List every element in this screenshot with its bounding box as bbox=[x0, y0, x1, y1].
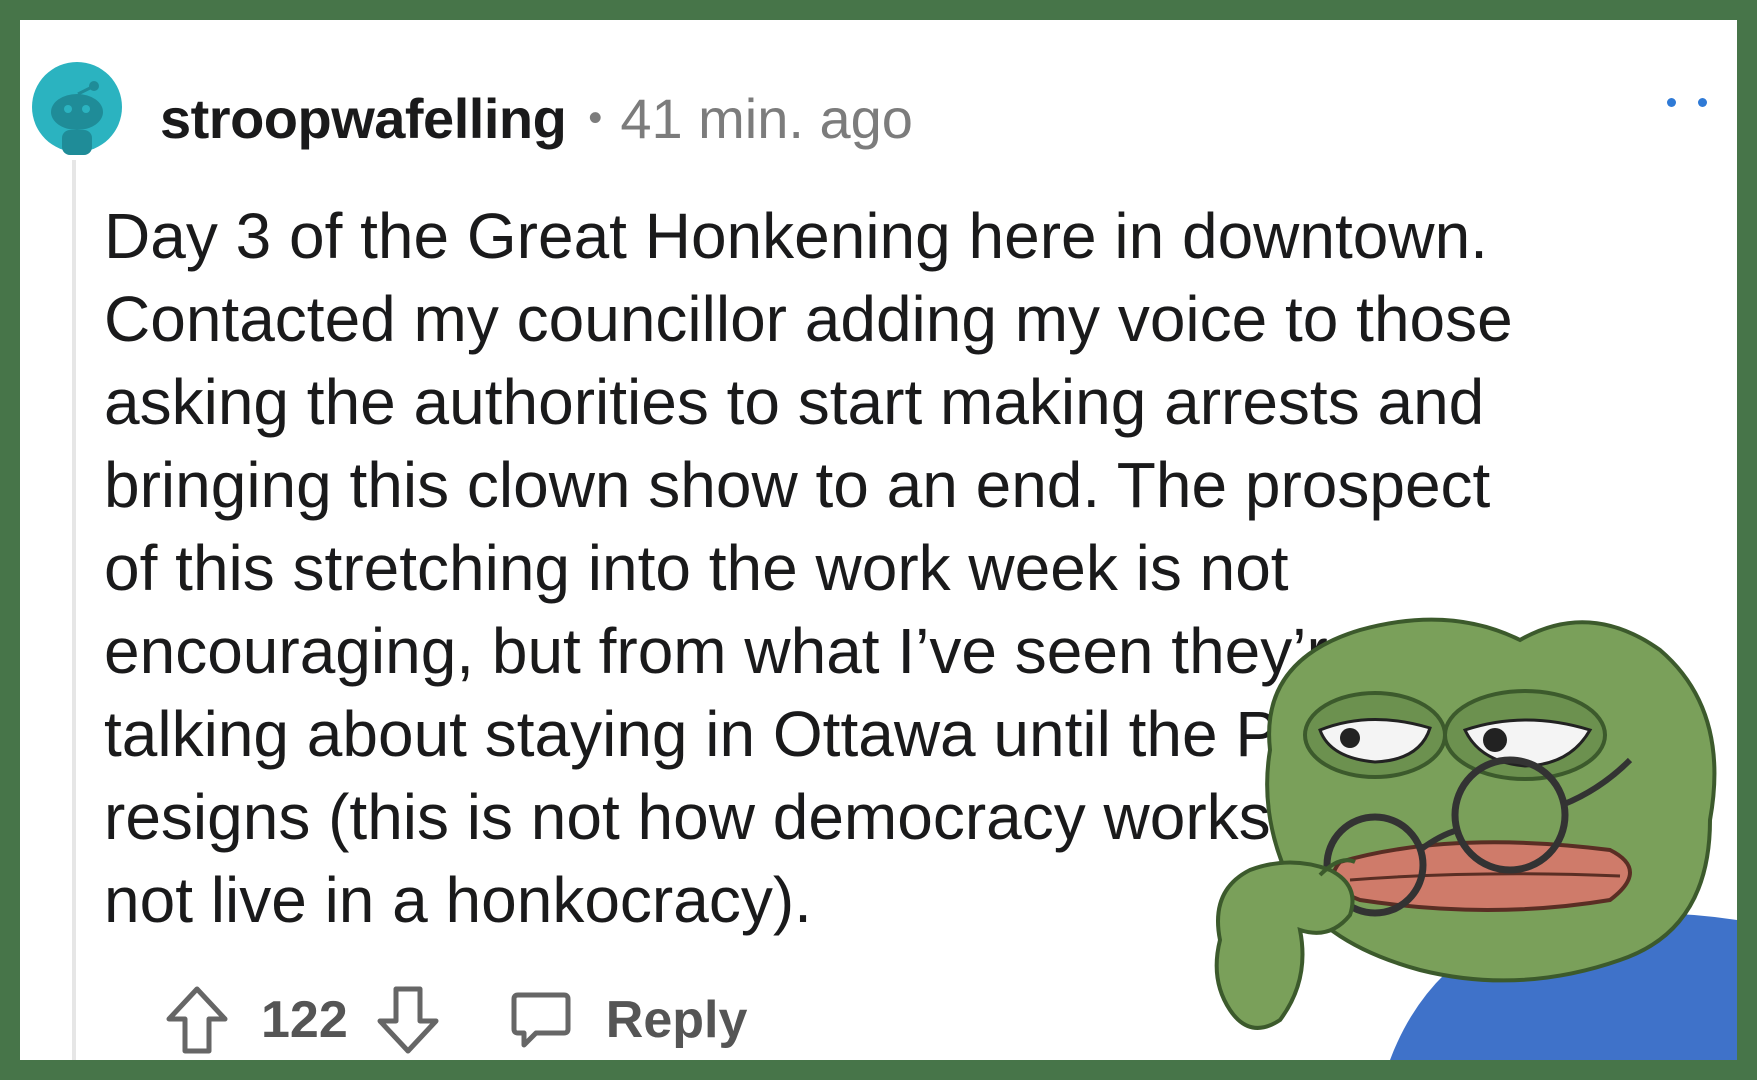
timestamp[interactable]: 41 min. ago bbox=[620, 86, 913, 151]
username[interactable]: stroopwafelling bbox=[160, 86, 567, 151]
avatar[interactable] bbox=[30, 60, 125, 155]
reddit-snoo-avatar-icon bbox=[32, 62, 122, 155]
comment-card: stroopwafelling • 41 min. ago Day 3 of t… bbox=[20, 20, 1737, 1060]
pepe-frog-sticker bbox=[1190, 600, 1737, 1060]
comment-line: Day 3 of the Great Honkening here in dow… bbox=[104, 200, 1488, 272]
more-options-icon[interactable] bbox=[1667, 92, 1707, 112]
reply-button[interactable]: Reply bbox=[606, 990, 748, 1050]
thread-line[interactable] bbox=[72, 160, 76, 1060]
comment-actions: 122 Reply bbox=[165, 975, 747, 1060]
comment-line: of this stretching into the work week is… bbox=[104, 532, 1289, 604]
comment-line: asking the authorities to start making a… bbox=[104, 366, 1485, 438]
comment-line: bringing this clown show to an end. The … bbox=[104, 449, 1491, 521]
comment-bubble-icon[interactable] bbox=[510, 989, 572, 1051]
meta-separator: • bbox=[588, 95, 603, 140]
downvote-arrow-icon[interactable] bbox=[376, 985, 440, 1055]
more-dot bbox=[1667, 97, 1676, 107]
vote-count: 122 bbox=[261, 991, 348, 1049]
more-dot bbox=[1698, 97, 1707, 107]
comment-line: Contacted my councillor adding my voice … bbox=[104, 283, 1513, 355]
comment-header: stroopwafelling • 41 min. ago bbox=[160, 78, 913, 158]
upvote-arrow-icon[interactable] bbox=[165, 985, 229, 1055]
green-frame: stroopwafelling • 41 min. ago Day 3 of t… bbox=[0, 0, 1757, 1080]
